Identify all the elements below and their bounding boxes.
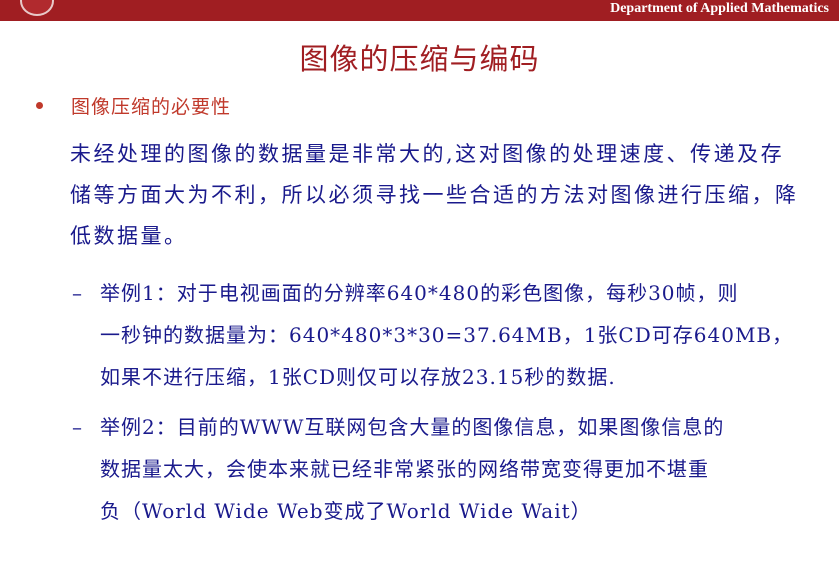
example-line: 数据量太大，会使本来就已经非常紧张的网络带宽变得更加不堪重: [100, 457, 709, 481]
example-item-2: – 举例2：目前的WWW互联网包含大量的图像信息，如果图像信息的 数据量太大，会…: [72, 406, 812, 532]
paragraph-line: 储等方面大为不利，所以必须寻找一些合适的方法对图像进行压缩，降: [70, 183, 799, 207]
example-line: 如果不进行压缩，1张CD则仅可以存放23.15秒的数据.: [100, 365, 616, 389]
bullet-item: 图像压缩的必要性: [36, 92, 231, 119]
paragraph-line: 未经处理的图像的数据量是非常大的,这对图像的处理速度、传递及存: [70, 142, 785, 166]
header-bar: Department of Applied Mathematics: [0, 0, 839, 21]
example-line: 举例2：目前的WWW互联网包含大量的图像信息，如果图像信息的: [100, 415, 725, 439]
university-logo-icon: [20, 0, 54, 16]
slide-title: 图像的压缩与编码: [299, 42, 540, 76]
body-paragraph: 未经处理的图像的数据量是非常大的,这对图像的处理速度、传递及存 储等方面大为不利…: [70, 134, 818, 257]
bullet-dot-icon: [36, 102, 43, 109]
example-line: 负（World Wide Web变成了World Wide Wait）: [100, 499, 592, 523]
department-name: Department of Applied Mathematics: [610, 1, 829, 16]
paragraph-line: 低数据量。: [70, 224, 188, 248]
dash-marker: –: [72, 281, 82, 305]
bullet-heading: 图像压缩的必要性: [71, 96, 232, 118]
example-line: 举例1：对于电视画面的分辨率640*480的彩色图像，每秒30帧，则: [100, 281, 739, 305]
example-line: 一秒钟的数据量为：640*480*3*30=37.64MB，1张CD可存640M…: [100, 323, 794, 347]
dash-marker: –: [72, 415, 82, 439]
example-item-1: – 举例1：对于电视画面的分辨率640*480的彩色图像，每秒30帧，则 一秒钟…: [72, 272, 812, 398]
